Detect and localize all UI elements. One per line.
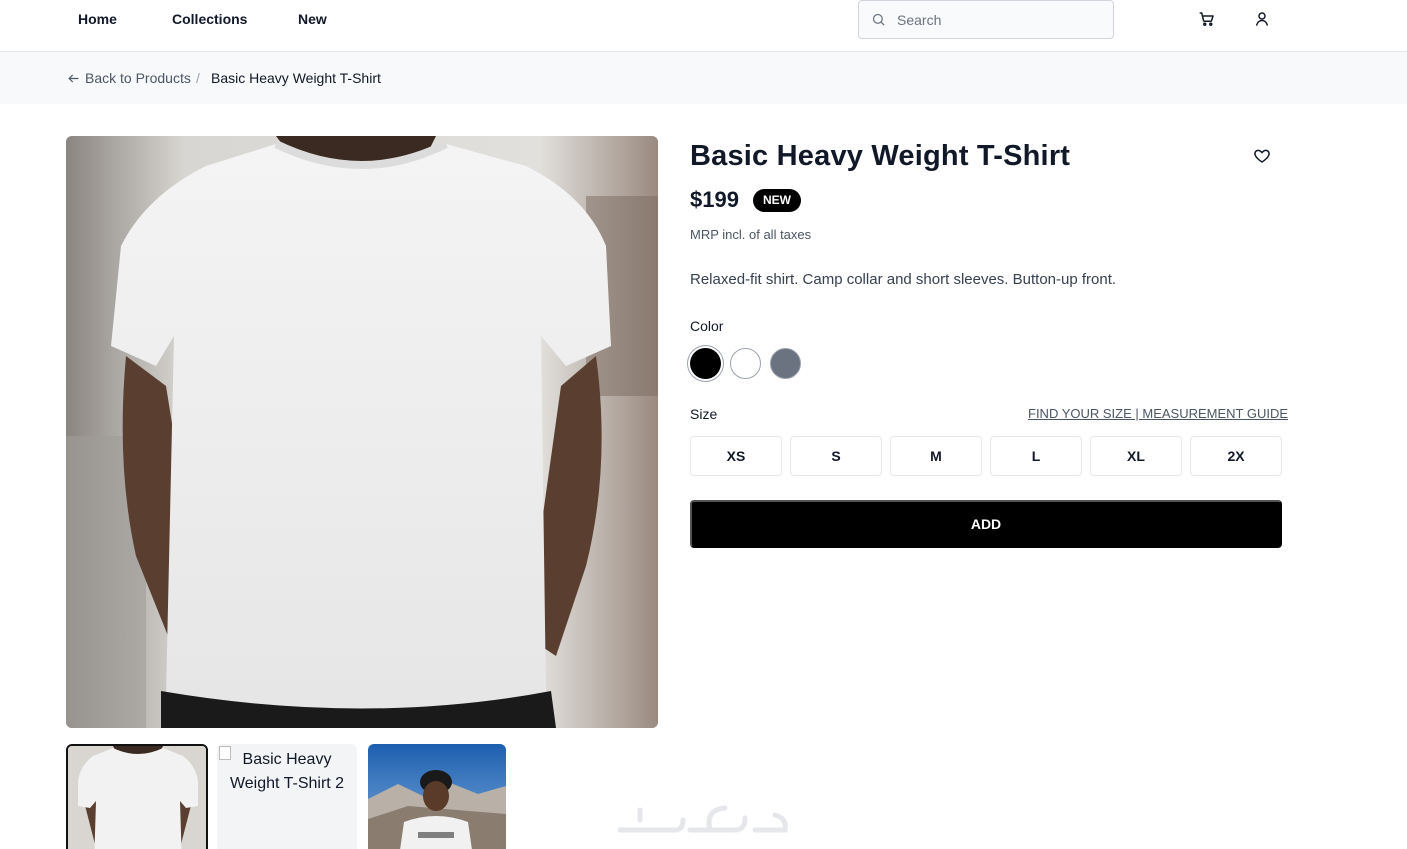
size-guide-link[interactable]: FIND YOUR SIZE | MEASUREMENT GUIDE [1028,406,1288,421]
color-swatch-white[interactable] [730,348,761,379]
product-price: $199 [690,187,739,212]
heart-icon[interactable] [1253,147,1271,165]
nav-collections[interactable]: Collections [172,11,247,27]
product-title: Basic Heavy Weight T-Shirt [690,140,1071,172]
add-to-cart-button[interactable]: ADD [690,500,1282,548]
thumbnail-1[interactable] [66,744,208,849]
search-input[interactable] [897,11,1097,28]
breadcrumb-separator: / [196,70,200,86]
thumbnail-3[interactable] [368,744,506,849]
new-badge: NEW [753,189,801,212]
size-option-m[interactable]: M [890,436,982,476]
thumbnail-2-alt-text: Basic Heavy Weight T-Shirt 2 [229,751,345,792]
user-icon[interactable] [1253,10,1271,28]
color-swatch-gray[interactable] [770,348,801,379]
back-link-label: Back to Products [85,70,191,86]
color-swatch-black[interactable] [690,348,721,379]
size-option-2x[interactable]: 2X [1190,436,1282,476]
size-option-xs[interactable]: XS [690,436,782,476]
search-box[interactable] [858,0,1114,39]
nav-home[interactable]: Home [78,11,117,27]
tax-note: MRP incl. of all taxes [690,227,812,242]
search-icon [872,13,885,26]
arrow-left-icon [68,74,79,82]
size-option-xl[interactable]: XL [1090,436,1182,476]
size-label: Size [690,406,718,422]
watermark-logo [617,805,788,833]
breadcrumb: Back to Products / Basic Heavy Weight T-… [0,52,1407,104]
color-label: Color [690,318,724,334]
cart-icon[interactable] [1198,10,1216,28]
top-header: Home Collections New [0,0,1407,52]
product-main-image [66,136,658,728]
back-to-products-link[interactable]: Back to Products [67,70,191,86]
size-option-l[interactable]: L [990,436,1082,476]
product-description: Relaxed-fit shirt. Camp collar and short… [690,271,1117,288]
breadcrumb-current: Basic Heavy Weight T-Shirt [211,70,381,86]
thumbnail-2[interactable]: Basic Heavy Weight T-Shirt 2 [217,744,357,849]
nav-new[interactable]: New [298,11,327,27]
size-option-s[interactable]: S [790,436,882,476]
